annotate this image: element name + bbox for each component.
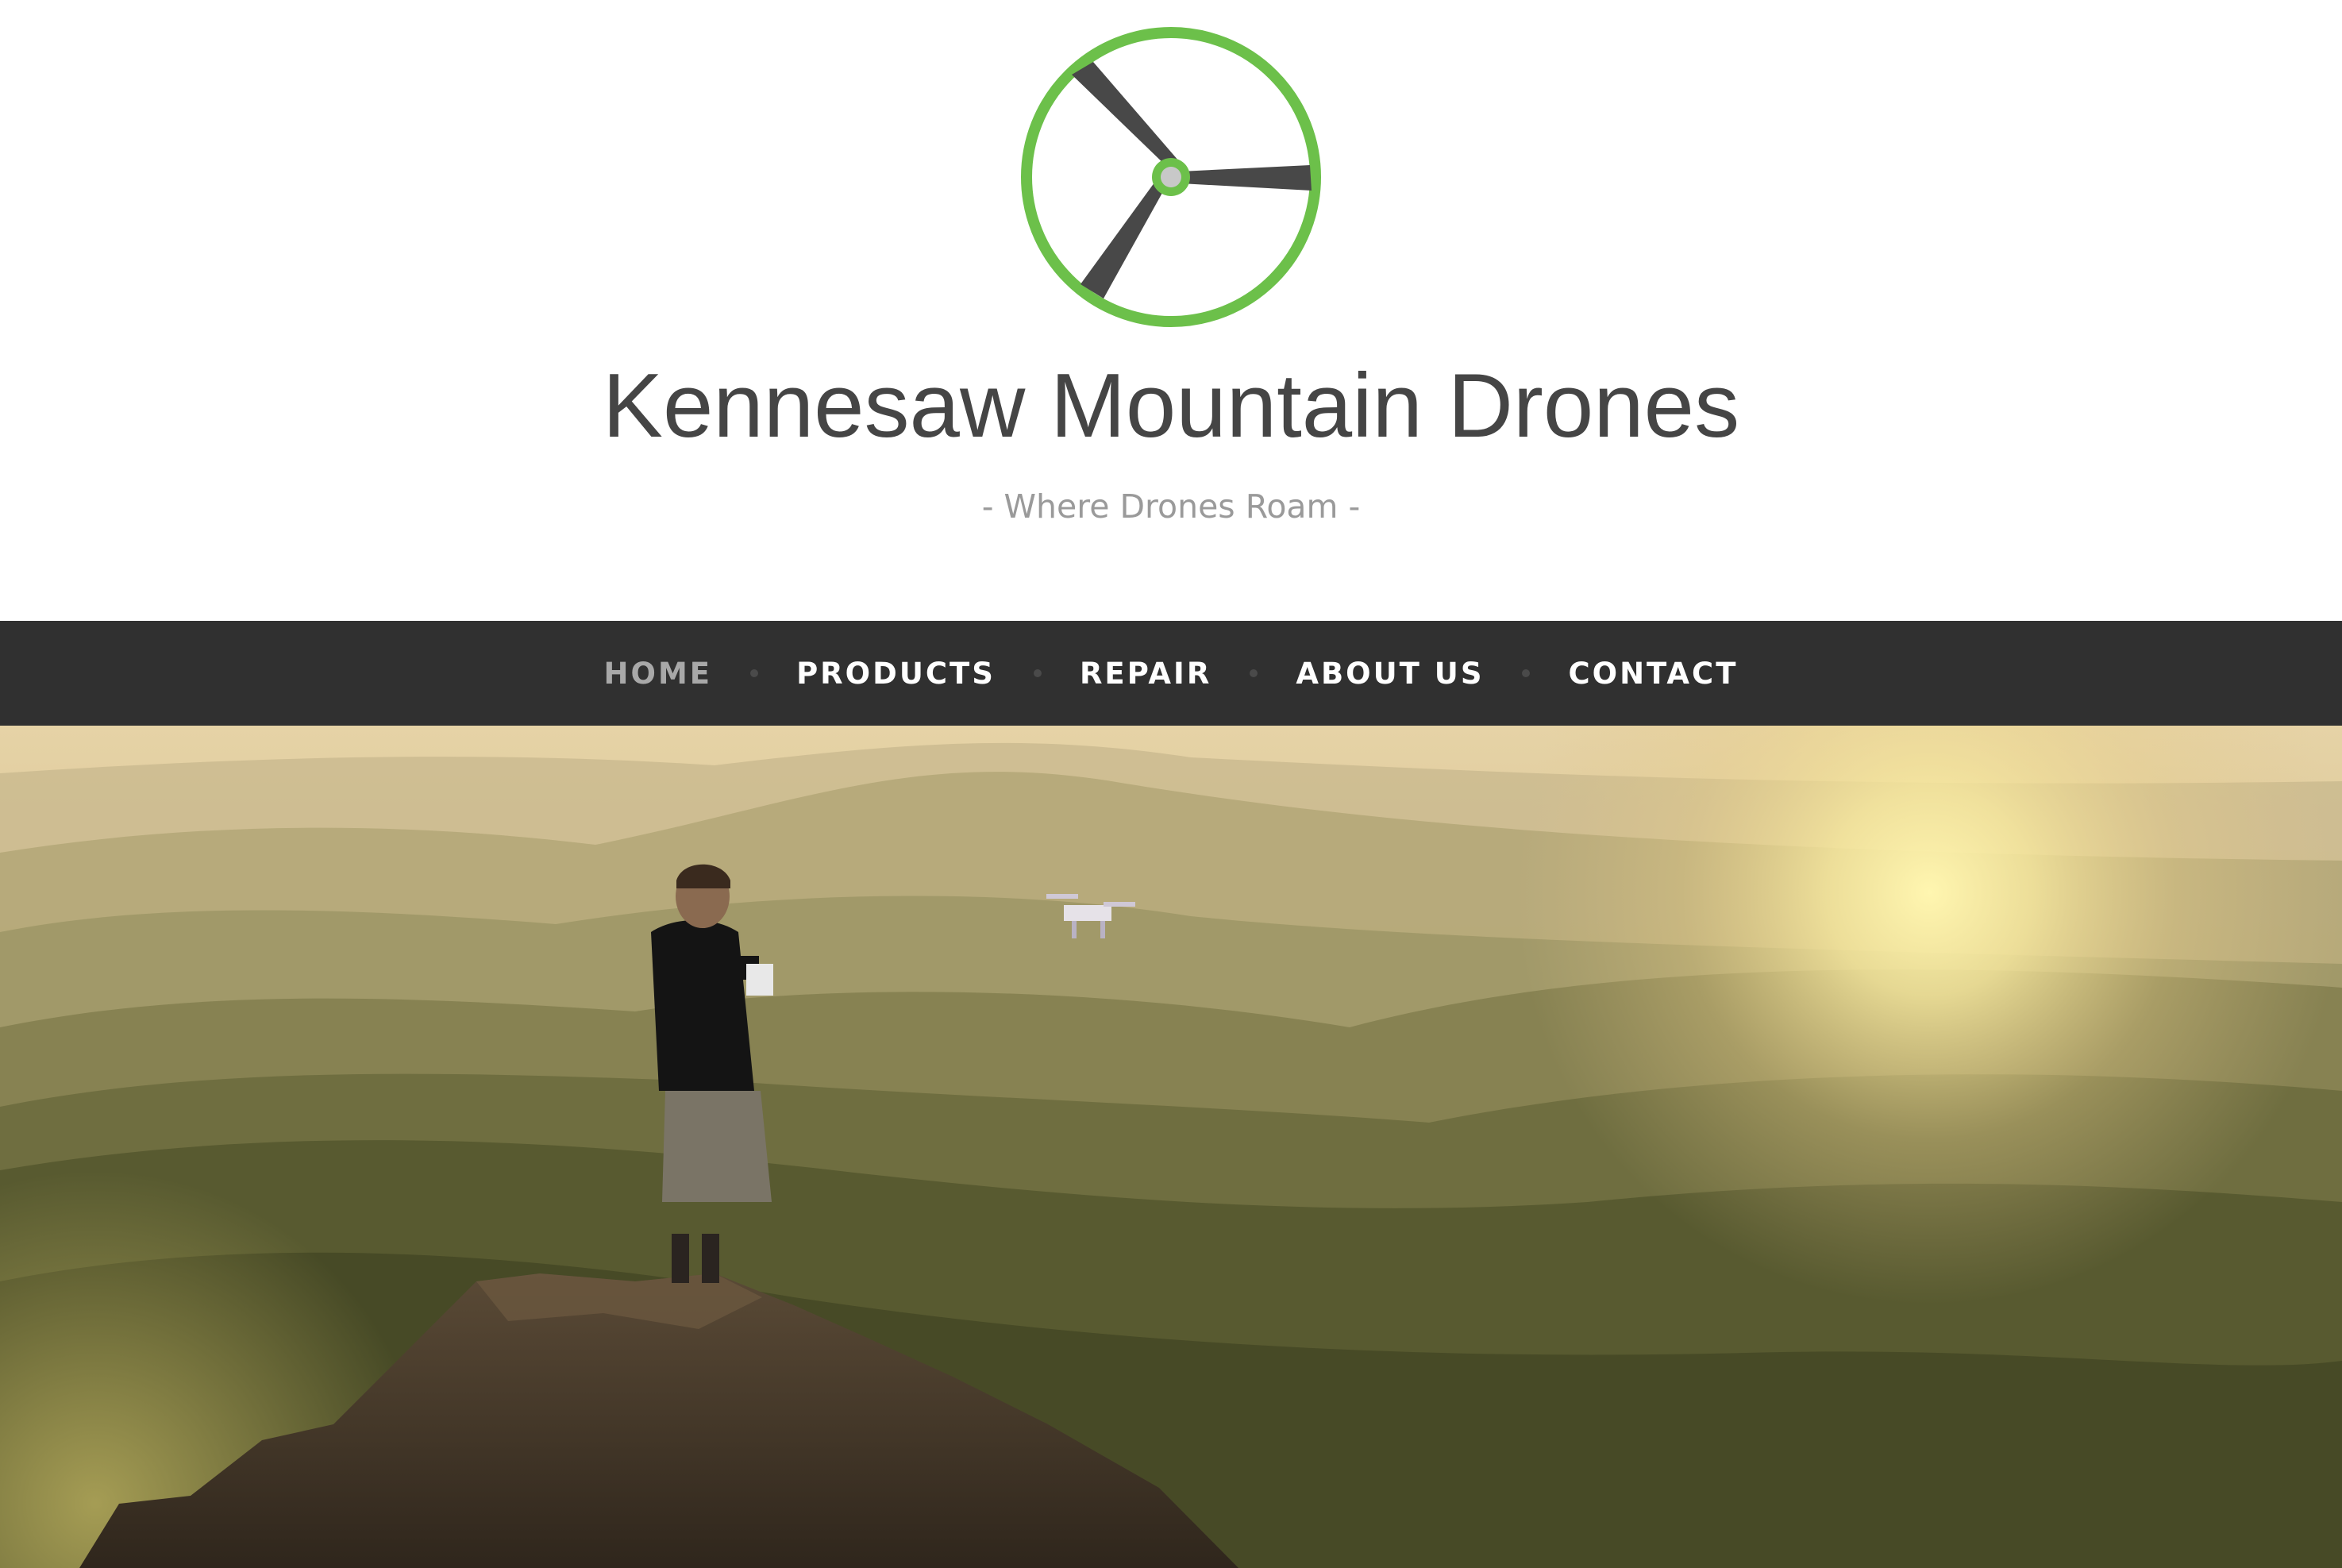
drone-propeller-icon[interactable] [1018,24,1324,330]
hero-image [0,726,2342,1568]
nav-separator-dot [1033,669,1042,677]
nav-separator-dot [1522,669,1531,677]
nav-item-about-us[interactable]: ABOUT US [1296,657,1484,691]
nav-item-contact[interactable]: CONTACT [1568,657,1738,691]
nav-list: HOME PRODUCTS REPAIR ABOUT US CONTACT [0,621,2342,726]
nav-separator-dot [1250,669,1258,677]
site-tagline: - Where Drones Roam - [981,487,1361,526]
site-title[interactable]: Kennesaw Mountain Drones [0,343,2342,470]
nav-separator-dot [750,669,759,677]
nav-item-products[interactable]: PRODUCTS [796,657,996,691]
nav-item-repair[interactable]: REPAIR [1080,657,1211,691]
nav-item-home[interactable]: HOME [604,657,713,691]
site-header: Kennesaw Mountain Drones - Where Drones … [0,0,2342,621]
main-navigation: HOME PRODUCTS REPAIR ABOUT US CONTACT [0,621,2342,726]
page: Kennesaw Mountain Drones - Where Drones … [0,0,2342,1568]
